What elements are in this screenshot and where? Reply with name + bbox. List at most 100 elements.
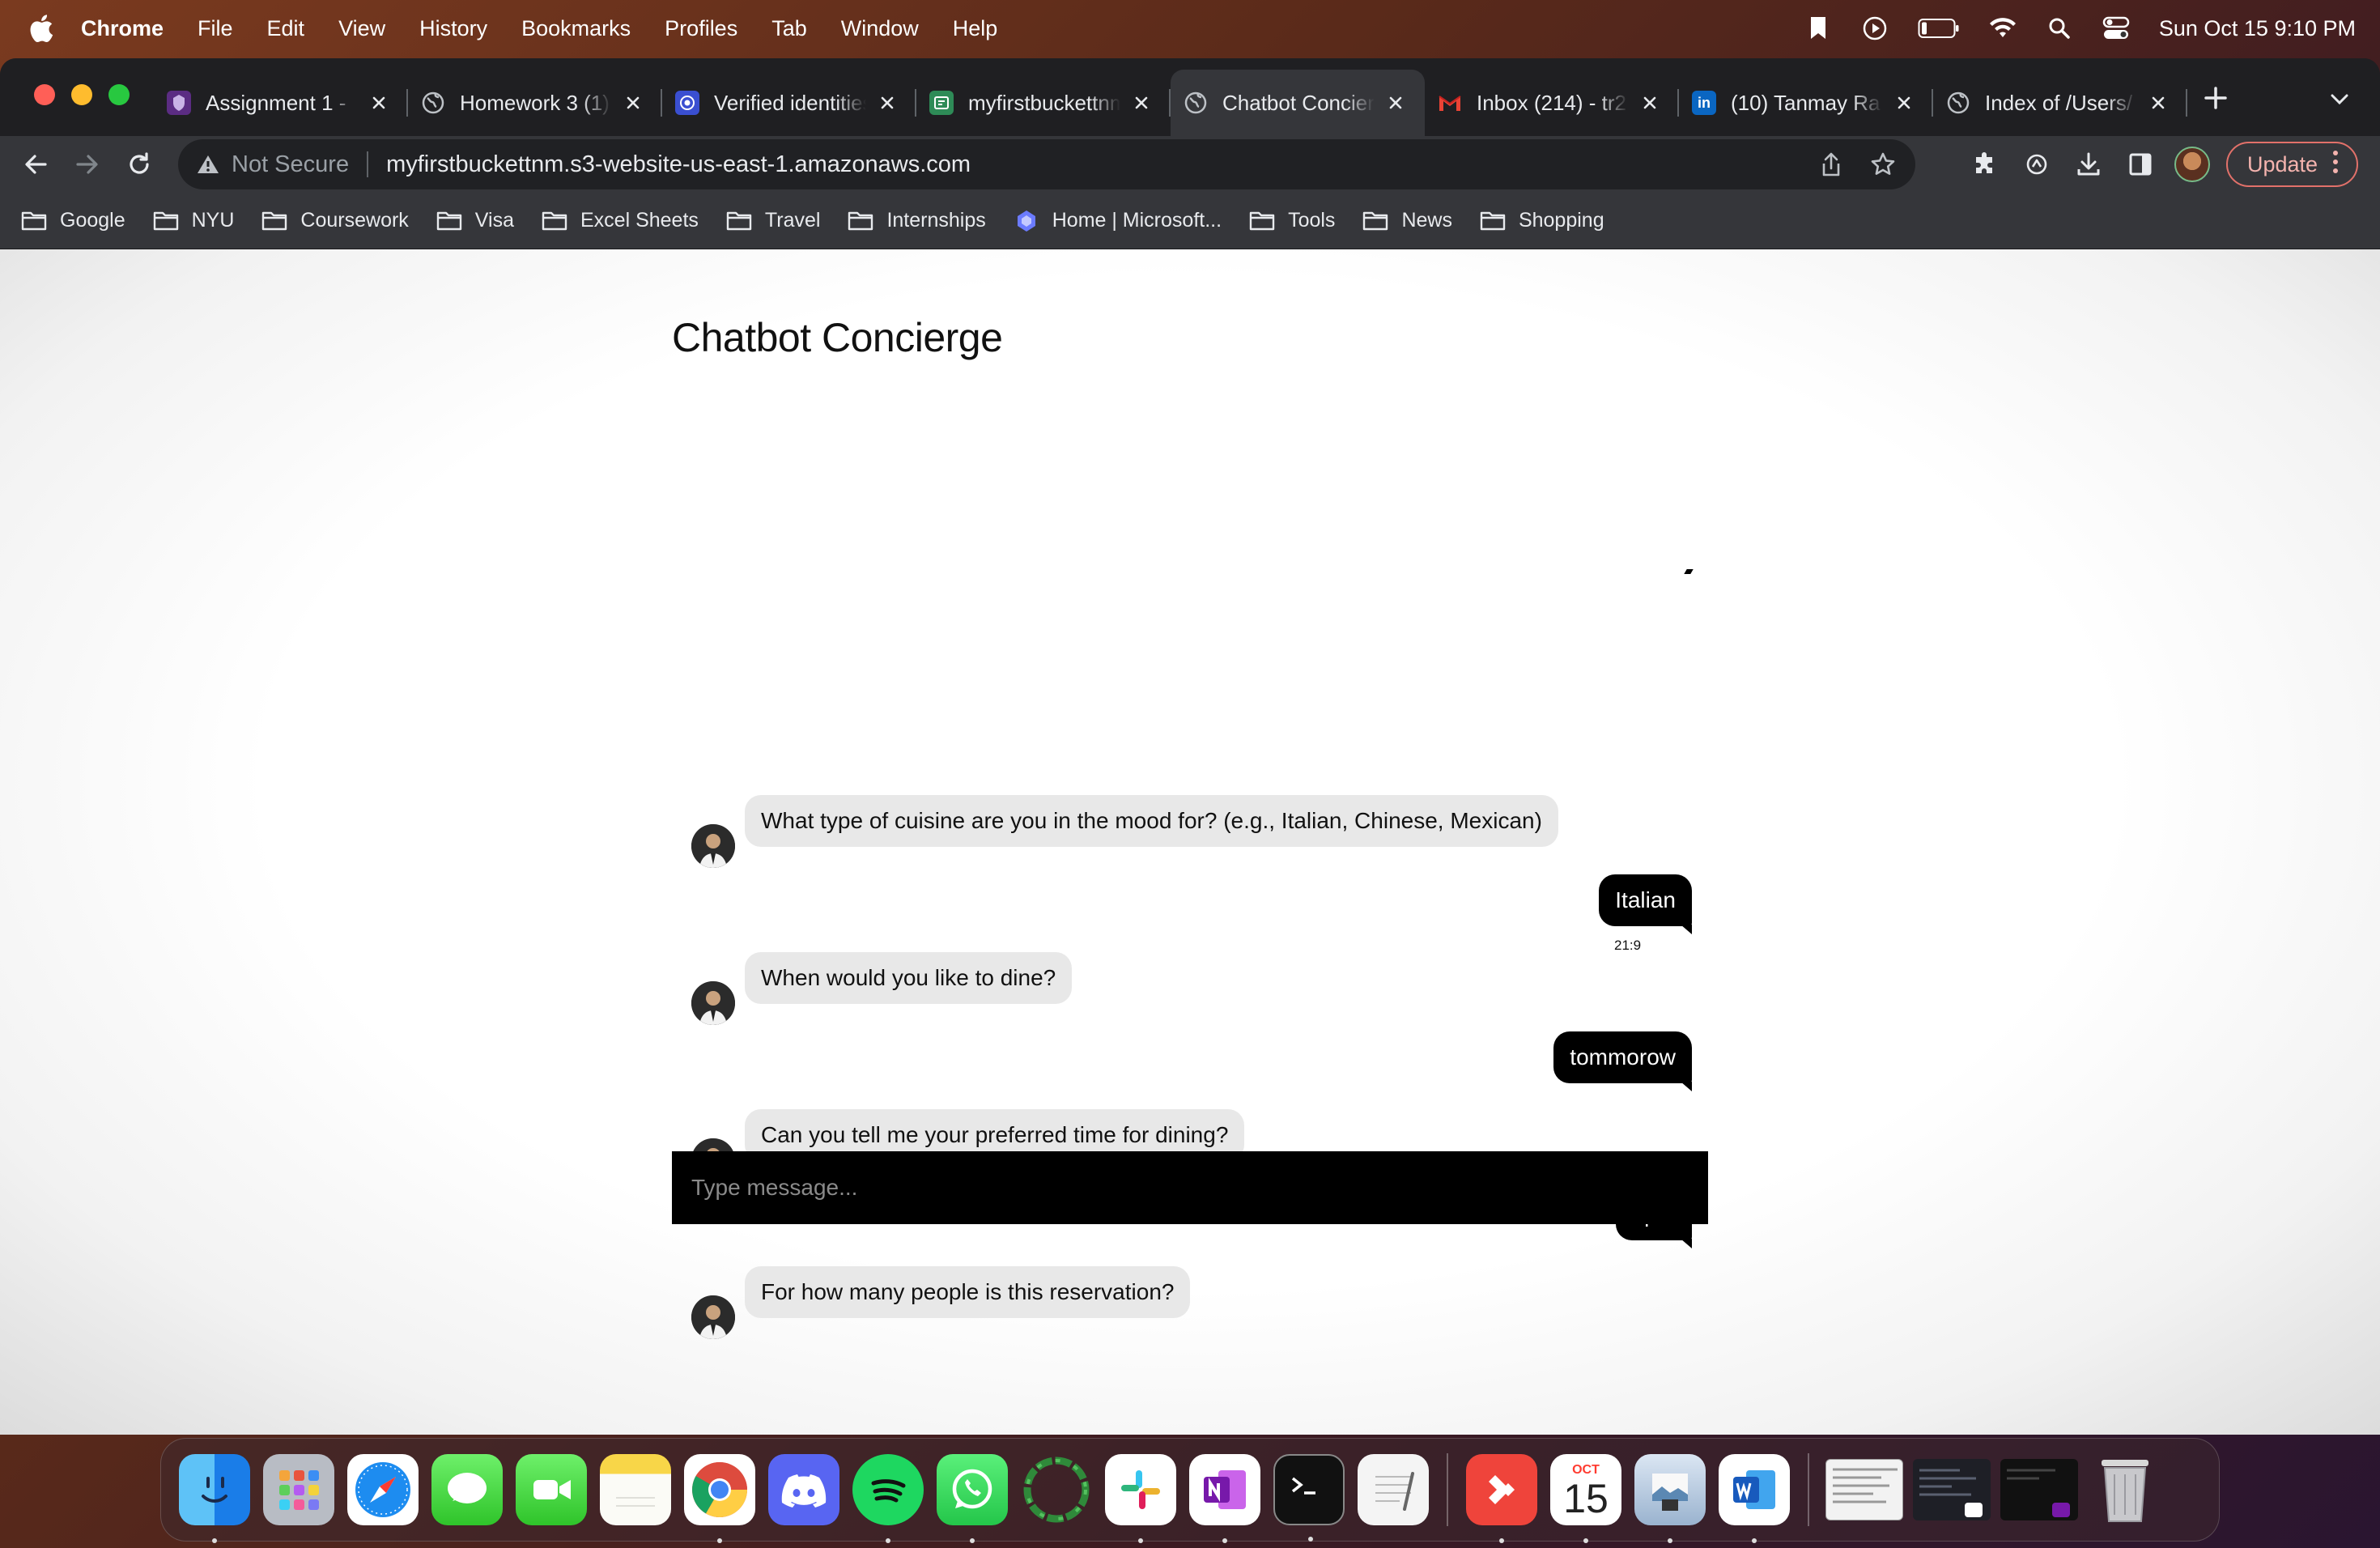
- minimized-window-thumbnail[interactable]: [1825, 1459, 1903, 1520]
- tab-search-chevron-icon[interactable]: [2323, 83, 2356, 115]
- bookmark-home-microsoft[interactable]: Home | Microsoft...: [1014, 209, 1222, 232]
- bookmark-label: Visa: [474, 209, 514, 232]
- bookmark-google[interactable]: Google: [21, 209, 125, 232]
- close-tab-icon[interactable]: [1128, 90, 1154, 116]
- menubar-clock[interactable]: Sun Oct 15 9:10 PM: [2159, 16, 2356, 41]
- new-tab-plus-icon[interactable]: [2195, 78, 2236, 118]
- messages-icon[interactable]: [431, 1454, 503, 1525]
- tab-title: Verified identities: [714, 90, 866, 115]
- tab-verified-identities[interactable]: Verified identities: [662, 70, 916, 136]
- circle-app-icon[interactable]: [1021, 1454, 1092, 1525]
- menu-file[interactable]: File: [198, 16, 233, 41]
- control-center-icon[interactable]: [2102, 15, 2130, 42]
- bookmark-visa[interactable]: Visa: [436, 209, 514, 232]
- warning-triangle-icon[interactable]: [196, 152, 220, 176]
- bookmark-news[interactable]: News: [1362, 209, 1452, 232]
- menu-app-name[interactable]: Chrome: [81, 16, 164, 41]
- spotlight-search-icon[interactable]: [2046, 15, 2073, 42]
- tab-bucket[interactable]: myfirstbuckettnm: [916, 70, 1171, 136]
- close-tab-icon[interactable]: [1383, 90, 1409, 116]
- reload-icon[interactable]: [113, 138, 165, 190]
- bookmark-label: Internships: [886, 209, 986, 232]
- sync-extension-icon[interactable]: [2019, 147, 2055, 182]
- menu-history[interactable]: History: [419, 16, 487, 41]
- textedit-icon[interactable]: [1358, 1454, 1429, 1525]
- tab-index-users[interactable]: Index of /Users/: [1933, 70, 2187, 136]
- minimize-window-button[interactable]: [71, 84, 92, 105]
- bookmark-travel[interactable]: Travel: [726, 209, 820, 232]
- minimized-window-thumbnail[interactable]: [1913, 1459, 1991, 1520]
- slack-icon[interactable]: [1105, 1454, 1176, 1543]
- bookmark-status-icon[interactable]: [1804, 15, 1832, 42]
- bookmark-tools[interactable]: Tools: [1249, 209, 1335, 232]
- zoom-window-button[interactable]: [108, 84, 130, 105]
- trash-icon[interactable]: [2089, 1454, 2161, 1525]
- whatsapp-icon[interactable]: [937, 1454, 1008, 1543]
- notes-icon[interactable]: [600, 1454, 671, 1525]
- tab-homework[interactable]: Homework 3 (1): [408, 70, 662, 136]
- close-tab-icon[interactable]: [1637, 90, 1663, 116]
- calendar-icon[interactable]: OCT 15: [1550, 1454, 1621, 1543]
- side-panel-icon[interactable]: [2123, 147, 2158, 182]
- folder-icon: [1362, 211, 1388, 232]
- user-message: Italian: [1599, 874, 1692, 934]
- chrome-icon[interactable]: [684, 1454, 755, 1543]
- star-bookmark-icon[interactable]: [1867, 148, 1899, 181]
- close-tab-icon[interactable]: [620, 90, 646, 116]
- menu-edit[interactable]: Edit: [267, 16, 305, 41]
- message-input[interactable]: [691, 1151, 1708, 1224]
- security-status-label[interactable]: Not Secure: [232, 151, 349, 178]
- extensions-puzzle-icon[interactable]: [1967, 147, 2003, 182]
- word-icon[interactable]: [1719, 1454, 1790, 1543]
- menu-bookmarks[interactable]: Bookmarks: [521, 16, 631, 41]
- close-tab-icon[interactable]: [366, 90, 392, 116]
- spotify-icon[interactable]: [852, 1454, 924, 1543]
- minimized-window-thumbnail[interactable]: [2000, 1459, 2078, 1520]
- update-button[interactable]: Update: [2226, 142, 2359, 187]
- download-icon[interactable]: [2071, 147, 2106, 182]
- url-text[interactable]: myfirstbuckettnm.s3-website-us-east-1.am…: [386, 151, 1796, 178]
- tab-assignment[interactable]: Assignment 1 -: [154, 70, 408, 136]
- media-play-icon[interactable]: [1861, 15, 1889, 42]
- menu-help[interactable]: Help: [953, 16, 998, 41]
- apple-icon[interactable]: [24, 12, 57, 45]
- wifi-icon[interactable]: [1989, 15, 2017, 42]
- anydesk-icon[interactable]: [1466, 1454, 1537, 1543]
- onenote-icon[interactable]: [1189, 1454, 1260, 1543]
- running-indicator: [1752, 1538, 1757, 1543]
- dock-separator: [1808, 1453, 1809, 1526]
- facetime-icon[interactable]: [516, 1454, 587, 1525]
- menu-view[interactable]: View: [338, 16, 385, 41]
- tab-inbox[interactable]: Inbox (214) - tr2: [1425, 70, 1679, 136]
- battery-icon[interactable]: [1918, 15, 1960, 42]
- safari-icon[interactable]: [347, 1454, 419, 1525]
- bookmark-shopping[interactable]: Shopping: [1480, 209, 1604, 232]
- running-indicator: [1222, 1538, 1227, 1543]
- bookmark-nyu[interactable]: NYU: [153, 209, 234, 232]
- close-window-button[interactable]: [34, 84, 55, 105]
- globe-icon: [421, 91, 445, 115]
- finder-icon[interactable]: [179, 1454, 250, 1543]
- back-arrow-icon[interactable]: [10, 138, 62, 190]
- profile-avatar[interactable]: [2174, 147, 2210, 182]
- address-bar[interactable]: Not Secure myfirstbuckettnm.s3-website-u…: [178, 139, 1915, 189]
- bookmark-internships[interactable]: Internships: [848, 209, 986, 232]
- tab-linkedin[interactable]: in (10) Tanmay Ra: [1679, 70, 1933, 136]
- close-tab-icon[interactable]: [874, 90, 900, 116]
- forward-arrow-icon[interactable]: [62, 138, 113, 190]
- bookmark-excel-sheets[interactable]: Excel Sheets: [542, 209, 699, 232]
- preview-icon[interactable]: [1634, 1454, 1706, 1543]
- menu-window[interactable]: Window: [841, 16, 919, 41]
- bookmark-coursework[interactable]: Coursework: [261, 209, 409, 232]
- discord-icon[interactable]: [768, 1454, 839, 1525]
- tab-chatbot-concierge[interactable]: Chatbot Concierge: [1171, 70, 1425, 136]
- terminal-icon[interactable]: [1273, 1454, 1345, 1542]
- globe-icon: [1946, 91, 1970, 115]
- launchpad-icon[interactable]: [263, 1454, 334, 1525]
- menu-profiles[interactable]: Profiles: [665, 16, 737, 41]
- close-tab-icon[interactable]: [2145, 90, 2171, 116]
- assignment-icon: [167, 91, 191, 115]
- menu-tab[interactable]: Tab: [771, 16, 807, 41]
- close-tab-icon[interactable]: [1891, 90, 1917, 116]
- share-icon[interactable]: [1815, 148, 1847, 181]
